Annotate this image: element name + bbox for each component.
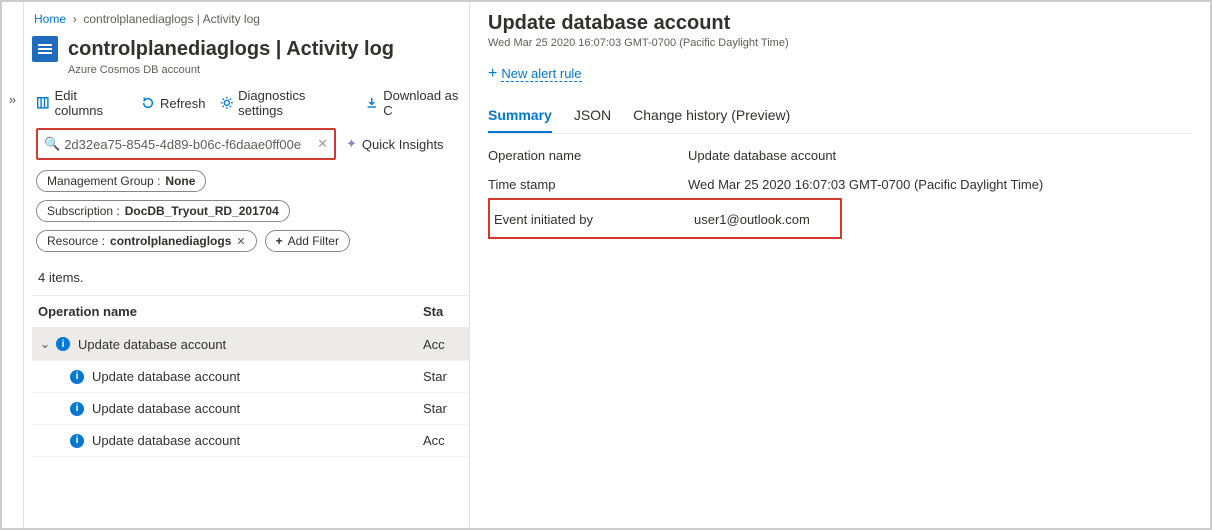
breadcrumb-current: controlplanediaglogs | Activity log bbox=[83, 12, 260, 26]
tab-json[interactable]: JSON bbox=[574, 101, 611, 133]
diagnostics-button[interactable]: Diagnostics settings bbox=[220, 88, 351, 118]
info-icon: i bbox=[70, 370, 84, 384]
page-title: controlplanediaglogs | Activity log bbox=[68, 38, 394, 61]
kv-event-initiated-by: Event initiated by user1@outlook.com bbox=[490, 206, 840, 227]
info-icon: i bbox=[70, 402, 84, 416]
tab-summary[interactable]: Summary bbox=[488, 101, 552, 133]
filter-management-group[interactable]: Management Group : None bbox=[36, 170, 206, 192]
breadcrumb-sep: › bbox=[69, 12, 83, 26]
add-filter-button[interactable]: + Add Filter bbox=[265, 230, 350, 252]
panel-timestamp: Wed Mar 25 2020 16:07:03 GMT-0700 (Pacif… bbox=[488, 35, 1192, 49]
table-row[interactable]: i Update database account Star bbox=[32, 361, 469, 393]
chevron-right-icon: » bbox=[9, 92, 16, 107]
item-count: 4 items. bbox=[32, 262, 469, 295]
highlighted-event-initiated-by: Event initiated by user1@outlook.com bbox=[488, 198, 842, 239]
plus-icon: + bbox=[276, 234, 283, 248]
info-icon: i bbox=[56, 337, 70, 351]
filter-resource[interactable]: Resource : controlplanediaglogs ✕ bbox=[36, 230, 257, 252]
col-operation-name[interactable]: Operation name bbox=[38, 304, 423, 319]
edit-columns-button[interactable]: Edit columns bbox=[36, 88, 127, 118]
download-icon bbox=[365, 96, 379, 110]
new-alert-rule-button[interactable]: + New alert rule bbox=[488, 49, 1192, 101]
tab-change-history[interactable]: Change history (Preview) bbox=[633, 101, 790, 133]
quick-insights-button[interactable]: ✦ Quick Insights bbox=[346, 136, 444, 152]
kv-timestamp: Time stamp Wed Mar 25 2020 16:07:03 GMT-… bbox=[488, 163, 1192, 192]
expand-gutter[interactable]: » bbox=[2, 2, 24, 528]
kv-operation-name: Operation name Update database account bbox=[488, 134, 1192, 163]
filter-subscription[interactable]: Subscription : DocDB_Tryout_RD_201704 bbox=[36, 200, 290, 222]
details-panel: Update database account Wed Mar 25 2020 … bbox=[470, 2, 1210, 528]
col-status[interactable]: Sta bbox=[423, 304, 463, 319]
refresh-button[interactable]: Refresh bbox=[141, 96, 206, 111]
resource-icon bbox=[32, 36, 58, 62]
table-row[interactable]: ⌄ i Update database account Acc bbox=[32, 328, 469, 361]
clear-search-button[interactable]: ✕ bbox=[317, 136, 328, 152]
remove-filter-icon[interactable]: ✕ bbox=[236, 235, 245, 248]
gear-icon bbox=[220, 96, 234, 110]
columns-icon bbox=[36, 96, 50, 110]
table-row[interactable]: i Update database account Acc bbox=[32, 425, 469, 457]
refresh-icon bbox=[141, 96, 155, 110]
chevron-down-icon[interactable]: ⌄ bbox=[38, 336, 52, 352]
panel-tabs: Summary JSON Change history (Preview) bbox=[488, 101, 1192, 134]
panel-title: Update database account bbox=[488, 12, 1192, 35]
search-input[interactable] bbox=[64, 137, 317, 152]
table-row[interactable]: i Update database account Star bbox=[32, 393, 469, 425]
breadcrumb-home[interactable]: Home bbox=[34, 12, 66, 26]
table-header: Operation name Sta bbox=[32, 295, 469, 328]
download-button[interactable]: Download as C bbox=[365, 88, 469, 118]
search-input-wrapper: 🔍 ✕ bbox=[36, 128, 336, 160]
search-icon: 🔍 bbox=[44, 136, 60, 152]
sparkle-icon: ✦ bbox=[346, 136, 357, 152]
breadcrumb: Home › controlplanediaglogs | Activity l… bbox=[32, 8, 469, 32]
plus-icon: + bbox=[488, 65, 497, 83]
activity-log-pane: Home › controlplanediaglogs | Activity l… bbox=[24, 2, 470, 528]
page-subtitle: Azure Cosmos DB account bbox=[32, 64, 469, 76]
info-icon: i bbox=[70, 434, 84, 448]
